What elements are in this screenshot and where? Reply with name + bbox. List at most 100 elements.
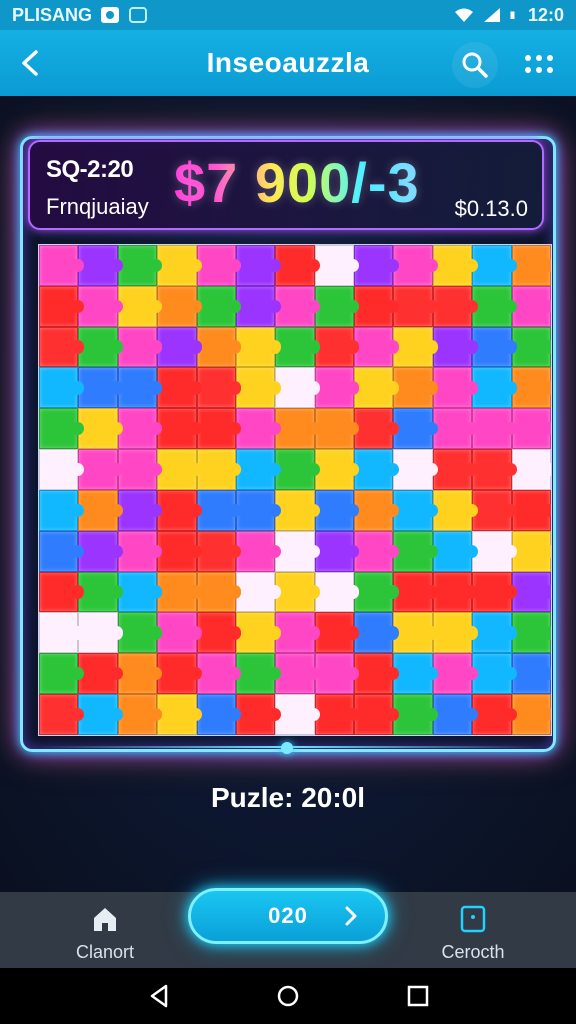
- puzzle-piece[interactable]: [472, 653, 518, 695]
- puzzle-piece[interactable]: [196, 612, 242, 654]
- puzzle-piece[interactable]: [157, 285, 203, 327]
- more-button[interactable]: [516, 44, 562, 84]
- puzzle-piece[interactable]: [196, 408, 242, 450]
- puzzle-piece[interactable]: [78, 612, 124, 654]
- puzzle-piece[interactable]: [472, 449, 518, 490]
- puzzle-piece[interactable]: [354, 694, 400, 735]
- puzzle-piece[interactable]: [157, 367, 203, 409]
- puzzle-piece[interactable]: [275, 285, 321, 327]
- puzzle-piece[interactable]: [354, 449, 400, 490]
- puzzle-piece[interactable]: [196, 245, 242, 286]
- puzzle-piece[interactable]: [432, 285, 478, 327]
- puzzle-piece[interactable]: [354, 653, 400, 695]
- search-button[interactable]: [452, 42, 498, 88]
- puzzle-piece[interactable]: [235, 489, 282, 531]
- puzzle-piece[interactable]: [393, 326, 439, 368]
- puzzle-piece[interactable]: [196, 449, 242, 490]
- puzzle-piece[interactable]: [275, 449, 321, 490]
- puzzle-piece[interactable]: [393, 530, 439, 572]
- puzzle-piece[interactable]: [157, 489, 203, 531]
- puzzle-piece[interactable]: [472, 285, 518, 327]
- puzzle-piece[interactable]: [393, 489, 439, 531]
- puzzle-piece[interactable]: [393, 408, 439, 450]
- puzzle-piece[interactable]: [157, 571, 203, 613]
- puzzle-piece[interactable]: [78, 653, 124, 695]
- puzzle-piece[interactable]: [275, 489, 321, 531]
- puzzle-piece[interactable]: [393, 449, 439, 490]
- puzzle-piece[interactable]: [511, 530, 551, 572]
- puzzle-piece[interactable]: [432, 326, 478, 368]
- puzzle-piece[interactable]: [196, 694, 242, 735]
- puzzle-piece[interactable]: [78, 245, 124, 286]
- puzzle-piece[interactable]: [354, 245, 400, 286]
- puzzle-piece[interactable]: [472, 367, 518, 409]
- puzzle-piece[interactable]: [472, 612, 518, 654]
- puzzle-piece[interactable]: [275, 326, 321, 368]
- puzzle-piece[interactable]: [354, 326, 400, 368]
- puzzle-piece[interactable]: [472, 571, 518, 613]
- puzzle-piece[interactable]: [117, 694, 163, 735]
- puzzle-piece[interactable]: [432, 449, 478, 490]
- puzzle-piece[interactable]: [432, 489, 478, 531]
- puzzle-piece[interactable]: [511, 285, 551, 327]
- puzzle-piece[interactable]: [393, 571, 439, 613]
- puzzle-piece[interactable]: [432, 571, 478, 613]
- puzzle-piece[interactable]: [78, 694, 124, 735]
- puzzle-piece[interactable]: [117, 489, 163, 531]
- puzzle-piece[interactable]: [314, 571, 360, 613]
- puzzle-piece[interactable]: [117, 530, 163, 572]
- puzzle-piece[interactable]: [235, 612, 282, 654]
- puzzle-piece[interactable]: [511, 326, 551, 368]
- puzzle-piece[interactable]: [39, 326, 85, 368]
- puzzle-piece[interactable]: [511, 571, 551, 613]
- puzzle-piece[interactable]: [235, 326, 282, 368]
- puzzle-piece[interactable]: [78, 489, 124, 531]
- puzzle-piece[interactable]: [393, 653, 439, 695]
- puzzle-piece[interactable]: [157, 245, 203, 286]
- puzzle-piece[interactable]: [472, 694, 518, 735]
- puzzle-piece[interactable]: [432, 408, 478, 450]
- puzzle-piece[interactable]: [157, 612, 203, 654]
- puzzle-piece[interactable]: [39, 612, 85, 654]
- puzzle-piece[interactable]: [314, 367, 360, 409]
- puzzle-piece[interactable]: [39, 571, 85, 613]
- puzzle-piece[interactable]: [235, 408, 282, 450]
- puzzle-piece[interactable]: [196, 571, 242, 613]
- puzzle-piece[interactable]: [78, 285, 124, 327]
- puzzle-piece[interactable]: [78, 449, 124, 490]
- puzzle-piece[interactable]: [275, 612, 321, 654]
- system-recents-icon[interactable]: [404, 982, 432, 1010]
- puzzle-piece[interactable]: [354, 489, 400, 531]
- puzzle-piece[interactable]: [314, 653, 360, 695]
- puzzle-piece[interactable]: [472, 408, 518, 450]
- puzzle-piece[interactable]: [78, 408, 124, 450]
- puzzle-piece[interactable]: [432, 612, 478, 654]
- puzzle-piece[interactable]: [314, 612, 360, 654]
- puzzle-piece[interactable]: [39, 694, 85, 735]
- puzzle-piece[interactable]: [432, 367, 478, 409]
- puzzle-piece[interactable]: [157, 326, 203, 368]
- puzzle-piece[interactable]: [354, 571, 400, 613]
- puzzle-piece[interactable]: [39, 449, 85, 490]
- system-back-icon[interactable]: [146, 982, 174, 1010]
- puzzle-piece[interactable]: [393, 285, 439, 327]
- puzzle-piece[interactable]: [78, 530, 124, 572]
- puzzle-piece[interactable]: [39, 245, 85, 286]
- puzzle-piece[interactable]: [354, 612, 400, 654]
- puzzle-piece[interactable]: [39, 530, 85, 572]
- puzzle-piece[interactable]: [432, 245, 478, 286]
- puzzle-piece[interactable]: [117, 326, 163, 368]
- puzzle-piece[interactable]: [117, 653, 163, 695]
- puzzle-piece[interactable]: [117, 285, 163, 327]
- puzzle-piece[interactable]: [314, 694, 360, 735]
- puzzle-piece[interactable]: [39, 367, 85, 409]
- puzzle-piece[interactable]: [511, 449, 551, 490]
- puzzle-piece[interactable]: [39, 489, 85, 531]
- puzzle-piece[interactable]: [472, 326, 518, 368]
- puzzle-piece[interactable]: [314, 285, 360, 327]
- puzzle-piece[interactable]: [314, 408, 360, 450]
- puzzle-piece[interactable]: [196, 530, 242, 572]
- puzzle-piece[interactable]: [196, 326, 242, 368]
- puzzle-piece[interactable]: [472, 489, 518, 531]
- puzzle-piece[interactable]: [235, 530, 282, 572]
